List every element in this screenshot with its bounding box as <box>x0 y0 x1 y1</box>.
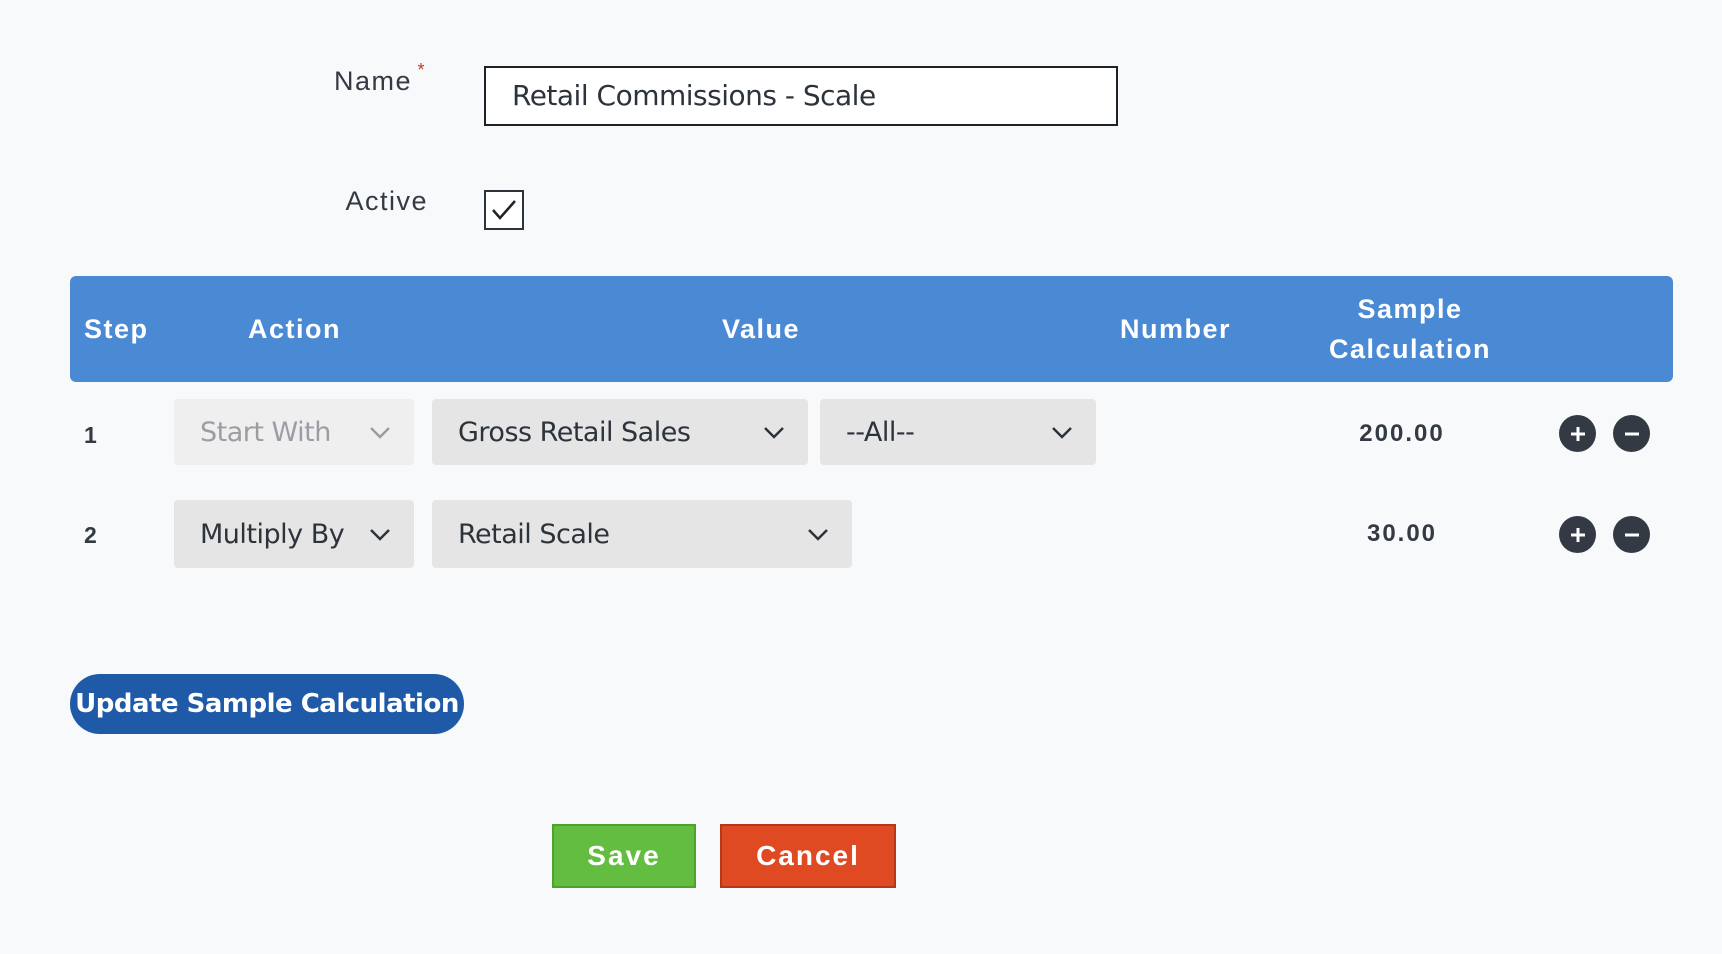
remove-step-button[interactable] <box>1613 415 1650 452</box>
chevron-down-icon <box>808 529 828 541</box>
save-button[interactable]: Save <box>552 824 696 888</box>
sample-calculation-value: 200.00 <box>1359 420 1445 447</box>
header-sample-line1: Sample <box>1357 294 1463 324</box>
value-select-value: Retail Scale <box>458 518 610 550</box>
required-marker: * <box>417 60 426 80</box>
name-input[interactable]: Retail Commissions - Scale <box>484 66 1118 126</box>
value-select-value: Gross Retail Sales <box>458 416 691 448</box>
header-action: Action <box>248 314 341 344</box>
header-value: Value <box>722 314 801 344</box>
cancel-button[interactable]: Cancel <box>720 824 896 888</box>
action-select-value: Multiply By <box>200 518 345 550</box>
active-checkbox[interactable] <box>484 190 524 230</box>
chevron-down-icon <box>764 427 784 439</box>
plus-circle-icon <box>1570 527 1585 542</box>
checkmark-icon <box>492 200 516 220</box>
update-sample-calculation-button[interactable]: Update Sample Calculation <box>70 674 464 734</box>
filter-select[interactable]: --All-- <box>820 399 1096 465</box>
row-step-number: 2 <box>84 522 98 548</box>
name-label: Name * <box>300 60 425 97</box>
filter-select-value: --All-- <box>846 416 915 448</box>
add-step-button[interactable] <box>1559 516 1596 553</box>
sample-calculation-value: 30.00 <box>1366 520 1438 547</box>
action-select[interactable]: Multiply By <box>174 500 414 568</box>
action-select: Start With <box>174 399 414 465</box>
value-select[interactable]: Retail Scale <box>432 500 852 568</box>
minus-circle-icon <box>1624 533 1639 536</box>
header-sample-calculation: Sample Calculation <box>1310 289 1510 369</box>
header-number: Number <box>1120 314 1232 344</box>
name-label-text: Name <box>333 66 412 96</box>
plus-circle-icon <box>1570 426 1585 441</box>
active-label: Active <box>345 186 428 216</box>
add-step-button[interactable] <box>1559 415 1596 452</box>
value-select[interactable]: Gross Retail Sales <box>432 399 808 465</box>
minus-circle-icon <box>1624 432 1639 435</box>
remove-step-button[interactable] <box>1613 516 1650 553</box>
row-step-number: 1 <box>84 422 98 448</box>
chevron-down-icon <box>370 427 390 439</box>
action-select-value: Start With <box>200 416 331 448</box>
header-sample-line2: Calculation <box>1328 334 1492 364</box>
chevron-down-icon <box>1052 427 1072 439</box>
table-header: Step Action Value Number Sample Calculat… <box>70 276 1673 382</box>
chevron-down-icon <box>370 529 390 541</box>
header-step: Step <box>84 314 149 344</box>
